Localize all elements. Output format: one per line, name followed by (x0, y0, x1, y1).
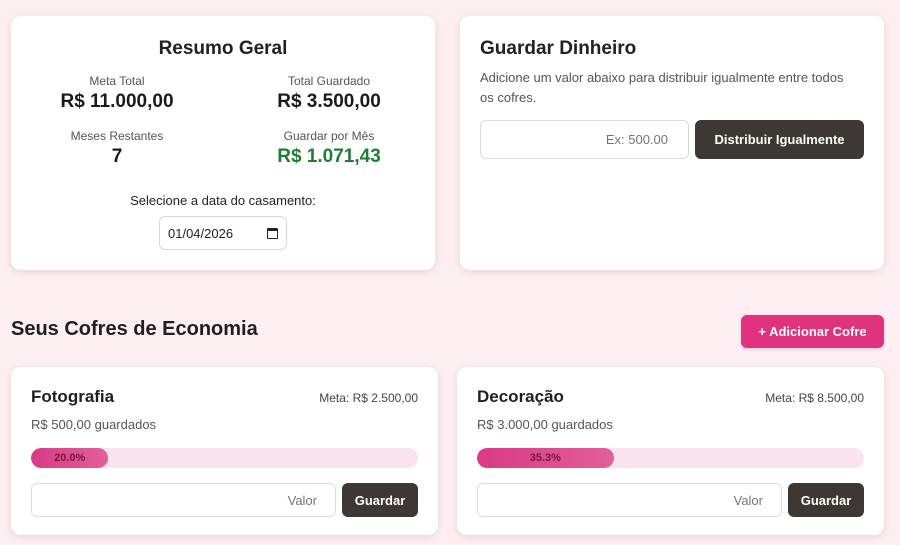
cofre-saved-amount: R$ 3.000,00 guardados (477, 417, 613, 432)
add-cofre-button[interactable]: + Adicionar Cofre (741, 315, 884, 348)
save-money-card: Guardar Dinheiro Adicione um valor abaix… (460, 16, 884, 270)
cofre-amount-input[interactable] (477, 483, 782, 517)
calendar-icon[interactable] (267, 227, 278, 239)
meta-total-stat: Meta Total R$ 11.000,00 (11, 74, 223, 113)
guardar-por-mes-value: R$ 1.071,43 (277, 146, 381, 167)
cofre-meta: Meta: R$ 8.500,00 (765, 391, 864, 405)
cofre-card: Fotografia Meta: R$ 2.500,00 R$ 500,00 g… (11, 367, 438, 535)
cofre-saved-amount: R$ 500,00 guardados (31, 417, 157, 432)
cofre-progress-label: 20.0% (54, 452, 86, 464)
wedding-date-input[interactable]: 01/04/2026 (159, 216, 287, 250)
section-title: Seus Cofres de Economia (11, 318, 258, 340)
distribute-button[interactable]: Distribuir Igualmente (695, 120, 864, 159)
cofre-progress-bar: 20.0% (31, 448, 418, 468)
total-guardado-label: Total Guardado (287, 74, 371, 88)
wedding-date-value: 01/04/2026 (168, 225, 234, 241)
cofre-name: Fotografia (31, 387, 115, 406)
meses-restantes-value: 7 (111, 146, 123, 167)
cofre-progress-fill: 20.0% (31, 448, 109, 468)
guardar-por-mes-label: Guardar por Mês (283, 129, 375, 143)
summary-title: Resumo Geral (158, 38, 288, 59)
cofre-name: Decoração (477, 387, 564, 406)
guardar-por-mes-stat: Guardar por Mês R$ 1.071,43 (223, 129, 435, 168)
save-money-description: Adicione um valor abaixo para distribuir… (480, 70, 844, 105)
cofre-save-button[interactable]: Guardar (788, 483, 864, 517)
cofre-amount-input[interactable] (31, 483, 336, 517)
meses-restantes-label: Meses Restantes (70, 129, 164, 143)
cofre-progress-fill: 35.3% (477, 448, 614, 468)
meta-total-value: R$ 11.000,00 (60, 91, 174, 112)
cofre-progress-bar: 35.3% (477, 448, 864, 468)
wedding-date-label: Selecione a data do casamento: (130, 193, 316, 208)
total-guardado-stat: Total Guardado R$ 3.500,00 (223, 74, 435, 113)
cofre-card: Decoração Meta: R$ 8.500,00 R$ 3.000,00 … (457, 367, 884, 535)
save-money-title: Guardar Dinheiro (480, 38, 637, 59)
summary-card: Resumo Geral Meta Total R$ 11.000,00 Tot… (11, 16, 435, 270)
distribute-amount-input[interactable] (480, 120, 689, 159)
total-guardado-value: R$ 3.500,00 (277, 91, 381, 112)
cofre-progress-label: 35.3% (529, 452, 561, 464)
cofre-meta: Meta: R$ 2.500,00 (319, 391, 418, 405)
meses-restantes-stat: Meses Restantes 7 (11, 129, 223, 168)
meta-total-label: Meta Total (89, 74, 145, 88)
cofre-save-button[interactable]: Guardar (342, 483, 418, 517)
